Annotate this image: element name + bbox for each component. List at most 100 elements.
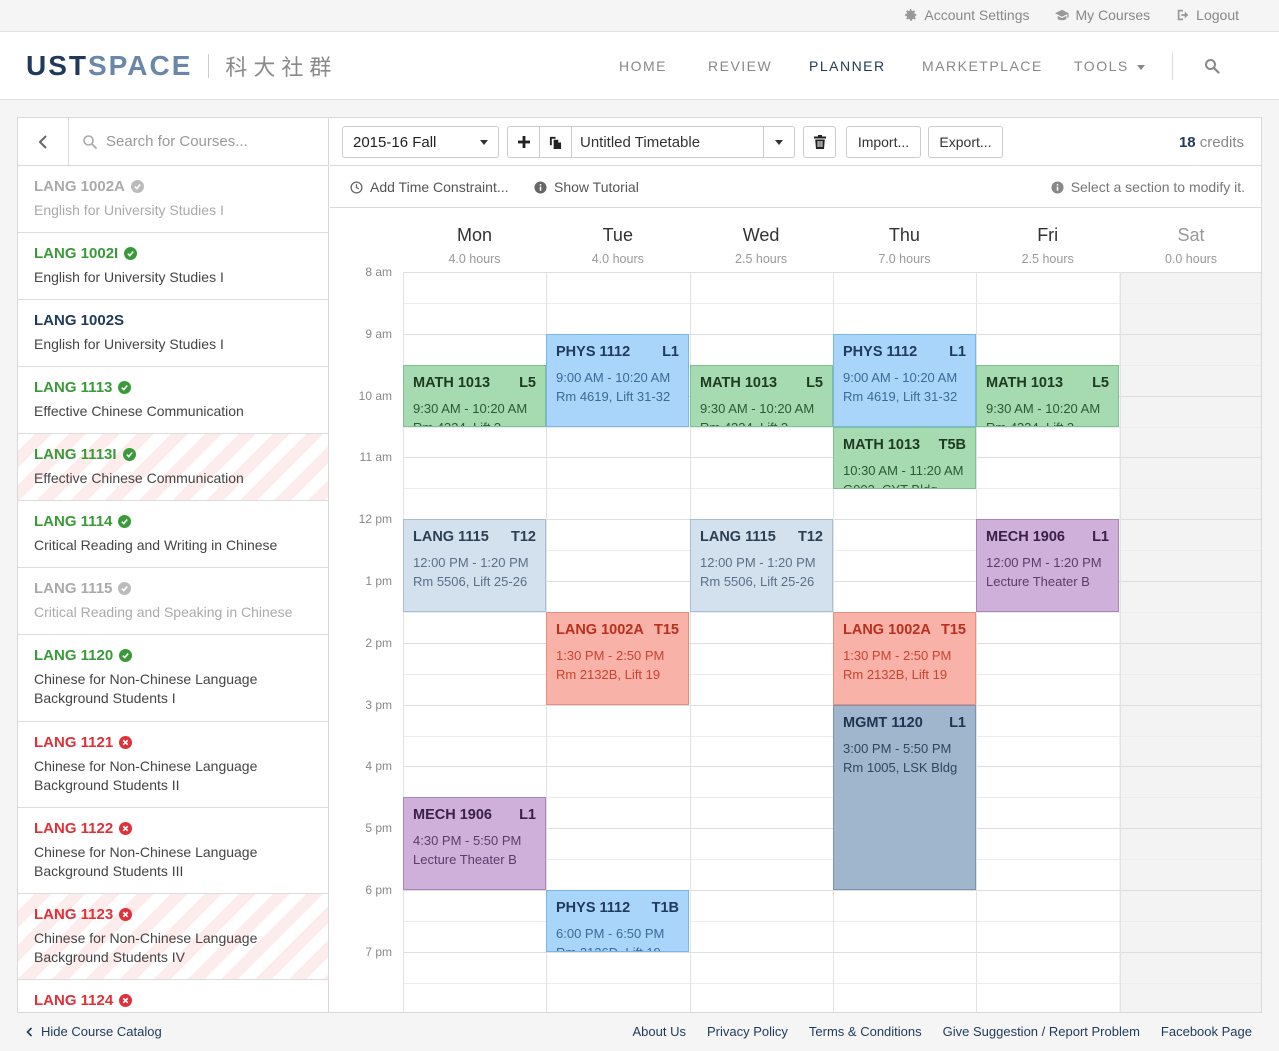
time-label: 10 am bbox=[358, 388, 392, 403]
hide-course-catalog-link[interactable]: Hide Course Catalog bbox=[26, 1024, 162, 1039]
show-tutorial-button[interactable]: Show Tutorial bbox=[534, 179, 639, 195]
section-room: Rm 4334, Lift 3 bbox=[413, 418, 536, 426]
course-section-block[interactable]: MGMT 1120 L1 3:00 PM - 5:50 PM Rm 1005, LSK… bbox=[833, 705, 976, 890]
course-section-block[interactable]: LANG 1002A T15 1:30 PM - 2:50 PM Rm 2132B, … bbox=[546, 612, 689, 705]
nav-tools[interactable]: TOOLS bbox=[1074, 58, 1145, 74]
course-list-item[interactable]: LANG 1113 Effective Chinese Communication bbox=[18, 367, 328, 434]
course-section-block[interactable]: MATH 1013 L5 9:30 AM - 10:20 AM Rm 4334, Li… bbox=[690, 365, 833, 427]
section-code: L1 bbox=[949, 715, 966, 731]
add-time-constraint-button[interactable]: Add Time Constraint... bbox=[350, 179, 509, 195]
course-section-block[interactable]: MECH 1906 L1 4:30 PM - 5:50 PM Lecture Thea… bbox=[403, 797, 546, 890]
course-list-item[interactable]: LANG 1002I English for University Studies… bbox=[18, 233, 328, 300]
account-settings-link[interactable]: Account Settings bbox=[904, 7, 1029, 23]
footer-link[interactable]: Privacy Policy bbox=[707, 1024, 788, 1039]
section-room: Rm 4334, Lift 3 bbox=[986, 418, 1109, 426]
add-timetable-button[interactable] bbox=[508, 127, 540, 157]
logout-link[interactable]: Logout bbox=[1176, 7, 1239, 23]
time-label: 3 pm bbox=[365, 697, 392, 712]
course-list-item[interactable]: LANG 1120 Chinese for Non-Chinese Languag… bbox=[18, 635, 328, 722]
course-code-text: LANG 1120 bbox=[34, 647, 114, 664]
grid-line bbox=[403, 457, 1261, 459]
section-header: LANG 1115 T12 bbox=[700, 529, 823, 545]
course-list-item[interactable]: LANG 1115 Critical Reading and Speaking i… bbox=[18, 568, 328, 635]
course-section-block[interactable]: LANG 1115 T12 12:00 PM - 1:20 PM Rm 5506, L… bbox=[403, 519, 546, 612]
course-list-item[interactable]: LANG 1123 Chinese for Non-Chinese Languag… bbox=[18, 894, 328, 980]
nav-review[interactable]: REVIEW bbox=[708, 58, 772, 74]
footer-link[interactable]: Facebook Page bbox=[1161, 1024, 1252, 1039]
section-time: 12:00 PM - 1:20 PM bbox=[700, 555, 816, 570]
course-list-item[interactable]: LANG 1122 Chinese for Non-Chinese Languag… bbox=[18, 808, 328, 894]
course-code-text: LANG 1123 bbox=[34, 906, 114, 923]
duplicate-timetable-button[interactable] bbox=[540, 127, 572, 157]
course-code: LANG 1115 bbox=[34, 580, 313, 597]
course-search-input[interactable] bbox=[106, 133, 306, 150]
course-section-block[interactable]: PHYS 1112 L1 9:00 AM - 10:20 AM Rm 4619, Li… bbox=[833, 334, 976, 427]
section-details: 12:00 PM - 1:20 PM Rm 5506, Lift 25-26 bbox=[413, 553, 536, 591]
section-code: L5 bbox=[806, 375, 823, 391]
timetable-group: Untitled Timetable bbox=[507, 126, 795, 158]
course-section-block[interactable]: MATH 1013 T5B 10:30 AM - 11:20 AM G003, CYT… bbox=[833, 427, 976, 489]
section-header: MECH 1906 L1 bbox=[413, 807, 536, 823]
trash-icon bbox=[813, 135, 826, 149]
section-header: MGMT 1120 L1 bbox=[843, 715, 966, 731]
section-code: L1 bbox=[1092, 529, 1109, 545]
time-label: 8 am bbox=[365, 265, 392, 279]
footer-link[interactable]: About Us bbox=[633, 1024, 686, 1039]
course-title: English for University Studies I bbox=[34, 336, 224, 352]
export-button[interactable]: Export... bbox=[928, 126, 1003, 158]
catalog-back-button[interactable] bbox=[18, 118, 69, 165]
section-course: MGMT 1120 bbox=[843, 715, 923, 731]
info-icon bbox=[534, 180, 547, 194]
nav-planner[interactable]: PLANNER bbox=[809, 58, 886, 74]
section-header: MATH 1013 L5 bbox=[700, 375, 823, 391]
footer-link[interactable]: Give Suggestion / Report Problem bbox=[943, 1024, 1140, 1039]
delete-timetable-button[interactable] bbox=[803, 126, 836, 158]
logout-label: Logout bbox=[1196, 7, 1239, 23]
course-list-item[interactable]: LANG 1002S English for University Studies… bbox=[18, 300, 328, 367]
import-button[interactable]: Import... bbox=[846, 126, 921, 158]
course-code: LANG 1120 bbox=[34, 647, 313, 664]
course-list-item[interactable]: LANG 1114 Critical Reading and Writing in… bbox=[18, 501, 328, 568]
timetable-dropdown-button[interactable] bbox=[764, 127, 794, 157]
brand-ust: UST bbox=[26, 50, 88, 81]
course-section-block[interactable]: LANG 1115 T12 12:00 PM - 1:20 PM Rm 5506, L… bbox=[690, 519, 833, 612]
course-title: Chinese for Non-Chinese Language Backgro… bbox=[34, 844, 258, 879]
section-course: PHYS 1112 bbox=[556, 900, 631, 916]
course-list-item[interactable]: LANG 1002A English for University Studies… bbox=[18, 166, 328, 233]
course-section-block[interactable]: MECH 1906 L1 12:00 PM - 1:20 PM Lecture The… bbox=[976, 519, 1119, 612]
grid-line bbox=[403, 272, 1261, 273]
section-room: Rm 5506, Lift 25-26 bbox=[700, 574, 815, 589]
course-section-block[interactable]: LANG 1002A T15 1:30 PM - 2:50 PM Rm 2132B, … bbox=[833, 612, 976, 705]
section-time: 3:00 PM - 5:50 PM bbox=[843, 741, 952, 756]
brand-logo[interactable]: UST SPACE 科大社群 bbox=[26, 50, 337, 82]
course-code-text: LANG 1114 bbox=[34, 513, 113, 530]
section-details: 3:00 PM - 5:50 PM Rm 1005, LSK Bldg bbox=[843, 739, 966, 777]
course-list-item[interactable]: LANG 1124 bbox=[18, 980, 328, 1012]
grid-line bbox=[403, 642, 1261, 644]
section-code: T5B bbox=[938, 437, 966, 453]
course-section-block[interactable]: PHYS 1112 T1B 6:00 PM - 6:50 PM Rm 2126D, L… bbox=[546, 890, 689, 952]
chevron-down-icon bbox=[775, 139, 783, 145]
course-section-block[interactable]: PHYS 1112 L1 9:00 AM - 10:20 AM Rm 4619, Li… bbox=[546, 334, 689, 427]
section-course: MATH 1013 bbox=[986, 375, 1064, 391]
footer-link[interactable]: Terms & Conditions bbox=[809, 1024, 922, 1039]
section-course: LANG 1002A bbox=[843, 622, 931, 638]
nav-marketplace[interactable]: MARKETPLACE bbox=[922, 58, 1043, 74]
nav-home[interactable]: HOME bbox=[619, 58, 667, 74]
course-catalog-sidebar: LANG 1002A English for University Studies… bbox=[18, 118, 329, 1012]
section-code: T12 bbox=[798, 529, 823, 545]
course-list-item[interactable]: LANG 1113I Effective Chinese Communicatio… bbox=[18, 434, 328, 501]
my-courses-link[interactable]: My Courses bbox=[1055, 7, 1150, 23]
day-name: Thu bbox=[888, 225, 920, 245]
credits-value: 18 bbox=[1178, 134, 1196, 151]
timetable-name-field[interactable]: Untitled Timetable bbox=[572, 127, 764, 157]
term-select[interactable]: 2015-16 Fall bbox=[342, 126, 499, 158]
planner-subbar: Add Time Constraint... Show Tutorial Sel… bbox=[330, 166, 1261, 208]
nav-divider bbox=[1172, 52, 1173, 80]
show-tutorial-label: Show Tutorial bbox=[554, 179, 639, 195]
section-room: Lecture Theater B bbox=[413, 852, 517, 867]
course-section-block[interactable]: MATH 1013 L5 9:30 AM - 10:20 AM Rm 4334, Li… bbox=[403, 365, 546, 427]
course-list-item[interactable]: LANG 1121 Chinese for Non-Chinese Languag… bbox=[18, 722, 328, 808]
course-section-block[interactable]: MATH 1013 L5 9:30 AM - 10:20 AM Rm 4334, Li… bbox=[976, 365, 1119, 427]
nav-search-button[interactable] bbox=[1204, 58, 1220, 77]
